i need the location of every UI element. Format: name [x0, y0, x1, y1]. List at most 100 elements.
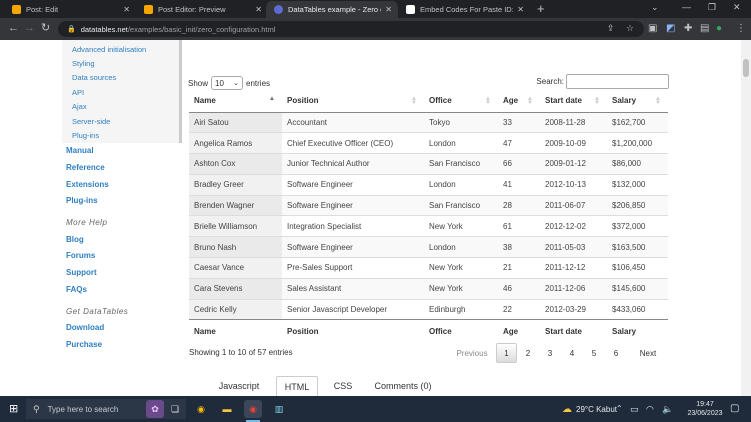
- sidebar-item-purchase[interactable]: Purchase: [66, 340, 102, 349]
- column-header-start-date[interactable]: Start date ▲ ▼: [540, 90, 607, 113]
- back-icon[interactable]: ←: [8, 22, 19, 35]
- search-input[interactable]: [566, 74, 669, 89]
- entries-label: entries: [246, 78, 271, 88]
- sort-both-icon: ▲ ▼: [655, 96, 661, 106]
- lock-icon: 🔒: [67, 26, 76, 33]
- sidebar-subitem-api[interactable]: API: [72, 88, 84, 97]
- table-cell: New York: [424, 215, 498, 237]
- sidebar-subitem-ajax[interactable]: Ajax: [72, 102, 87, 111]
- sort-ascending-icon: ▲: [269, 96, 275, 102]
- sidebar-subitem-server-side[interactable]: Server-side: [72, 117, 110, 126]
- network-icon[interactable]: ▭: [630, 403, 639, 415]
- extension-app-icon[interactable]: ◩: [666, 23, 675, 34]
- camera-extension-icon[interactable]: ▣: [648, 23, 657, 34]
- tray-chevron-icon[interactable]: ⌃: [616, 403, 623, 415]
- extensions-puzzle-icon[interactable]: ✚: [684, 23, 692, 34]
- table-cell: 2009-10-09: [540, 132, 607, 154]
- file-explorer-icon[interactable]: ▬: [218, 400, 236, 418]
- column-header-salary[interactable]: Salary ▲ ▼: [607, 90, 668, 113]
- sidebar-subitem-plug-ins[interactable]: Plug-ins: [72, 131, 99, 140]
- wifi-icon[interactable]: ◠: [646, 403, 654, 415]
- sidebar-item-support[interactable]: Support: [66, 268, 97, 277]
- taskbar-search-placeholder: Type here to search: [47, 404, 119, 414]
- page-button[interactable]: 2: [517, 343, 539, 363]
- sidebar-item-faqs[interactable]: FAQs: [66, 285, 87, 294]
- volume-icon[interactable]: 🔈: [662, 403, 673, 415]
- sidebar-item-extensions[interactable]: Extensions: [66, 180, 109, 189]
- previous-page-button[interactable]: Previous: [452, 343, 492, 363]
- sidebar-item-reference[interactable]: Reference: [66, 163, 105, 172]
- footer-position: Position: [282, 319, 424, 342]
- close-icon[interactable]: ✕: [255, 5, 262, 14]
- sidebar-item-download[interactable]: Download: [66, 323, 104, 332]
- table-cell: 66: [498, 153, 540, 175]
- sidebar-item-blog[interactable]: Blog: [66, 235, 84, 244]
- tab-comments[interactable]: Comments (0): [368, 376, 438, 396]
- tab-javascript[interactable]: Javascript: [210, 376, 268, 396]
- footer-office: Office: [424, 319, 498, 342]
- close-icon[interactable]: ✕: [385, 5, 392, 14]
- page-button-current[interactable]: 1: [496, 343, 517, 363]
- employees-table: Name ▲ Position ▲ ▼ Office ▲ ▼ Age ▲ ▼ Start da…: [189, 90, 668, 342]
- scrollbar-thumb[interactable]: [743, 59, 749, 77]
- search-highlight-icon[interactable]: ✿: [146, 400, 164, 418]
- table-cell: Edinburgh: [424, 298, 498, 320]
- menu-kebab-icon[interactable]: ⋮: [736, 23, 746, 34]
- weather-widget[interactable]: ☁ 29°C Kabut: [562, 404, 617, 415]
- chrome-icon[interactable]: ◉: [192, 400, 210, 418]
- tab-label: DataTables example - Zero confi: [288, 5, 381, 14]
- sidebar-item-manual[interactable]: Manual: [66, 146, 94, 155]
- address-bar[interactable]: 🔒 datatables.net/examples/basic_init/zer…: [58, 21, 644, 37]
- task-view-icon[interactable]: ❏: [166, 400, 184, 418]
- page-button[interactable]: 4: [561, 343, 583, 363]
- table-cell: 46: [498, 277, 540, 300]
- close-icon[interactable]: ✕: [517, 5, 524, 14]
- notifications-icon[interactable]: ▢: [730, 403, 739, 415]
- table-row: Caesar Vance Pre-Sales Support New York 21 2…: [189, 257, 668, 279]
- page-button[interactable]: 3: [539, 343, 561, 363]
- close-icon[interactable]: ✕: [123, 5, 130, 14]
- browser-tab-active[interactable]: DataTables example - Zero confi ✕: [266, 1, 398, 18]
- notepad-app-icon[interactable]: ▥: [270, 400, 288, 418]
- tab-search-icon[interactable]: ⌄: [651, 2, 659, 13]
- forward-icon[interactable]: →: [24, 22, 35, 35]
- column-header-office[interactable]: Office ▲ ▼: [424, 90, 498, 113]
- table-row: Airi Satou Accountant Tokyo 33 2008-11-28 $16…: [189, 111, 668, 133]
- new-tab-icon[interactable]: +: [537, 2, 545, 16]
- tab-html[interactable]: HTML: [276, 376, 318, 396]
- reload-icon[interactable]: ↻: [41, 22, 50, 35]
- bookmark-star-icon[interactable]: ☆: [626, 23, 634, 34]
- sidebar-item-forums[interactable]: Forums: [66, 251, 95, 260]
- table-cell: $145,600: [607, 277, 668, 300]
- profile-avatar-icon[interactable]: ●: [716, 23, 722, 34]
- chrome-profile-icon[interactable]: ◉: [244, 400, 262, 418]
- sidebar-subitem-data-sources[interactable]: Data sources: [72, 73, 116, 82]
- page-length-select[interactable]: 10 ⌄: [211, 76, 244, 90]
- reading-list-icon[interactable]: ▤: [700, 23, 709, 34]
- pagination: Previous 1 2 3 4 5 6 Next: [452, 343, 665, 363]
- sidebar-subitem-styling[interactable]: Styling: [72, 59, 95, 68]
- table-row: Cara Stevens Sales Assistant New York 46 201…: [189, 277, 668, 300]
- browser-tab[interactable]: Post: Edit ✕: [4, 1, 136, 18]
- browser-tab[interactable]: Embed Codes For Paste ID: Mvdl ✕: [398, 1, 530, 18]
- restore-icon[interactable]: ❐: [708, 2, 716, 13]
- browser-tab[interactable]: Post Editor: Preview ✕: [136, 1, 268, 18]
- clock[interactable]: 19:47 23/06/2023: [686, 400, 724, 418]
- windows-start-icon[interactable]: ⊞: [9, 403, 18, 415]
- tab-css[interactable]: CSS: [324, 376, 362, 396]
- page-scrollbar[interactable]: [741, 40, 751, 396]
- column-header-name[interactable]: Name ▲: [189, 90, 282, 113]
- column-header-age[interactable]: Age ▲ ▼: [498, 90, 540, 113]
- sidebar-item-plug-ins[interactable]: Plug-ins: [66, 196, 98, 205]
- table-cell: Integration Specialist: [282, 215, 424, 237]
- minimize-icon[interactable]: —: [682, 2, 691, 12]
- page-button[interactable]: 5: [583, 343, 605, 363]
- sidebar-subitem-advanced-init[interactable]: Advanced initialisation: [72, 45, 146, 54]
- share-icon[interactable]: ⇪: [607, 23, 615, 34]
- column-header-position[interactable]: Position ▲ ▼: [282, 90, 424, 113]
- close-window-icon[interactable]: ✕: [733, 2, 741, 13]
- page-button[interactable]: 6: [605, 343, 627, 363]
- table-cell: New York: [424, 277, 498, 300]
- next-page-button[interactable]: Next: [631, 343, 665, 363]
- table-cell: 2011-05-03: [540, 236, 607, 258]
